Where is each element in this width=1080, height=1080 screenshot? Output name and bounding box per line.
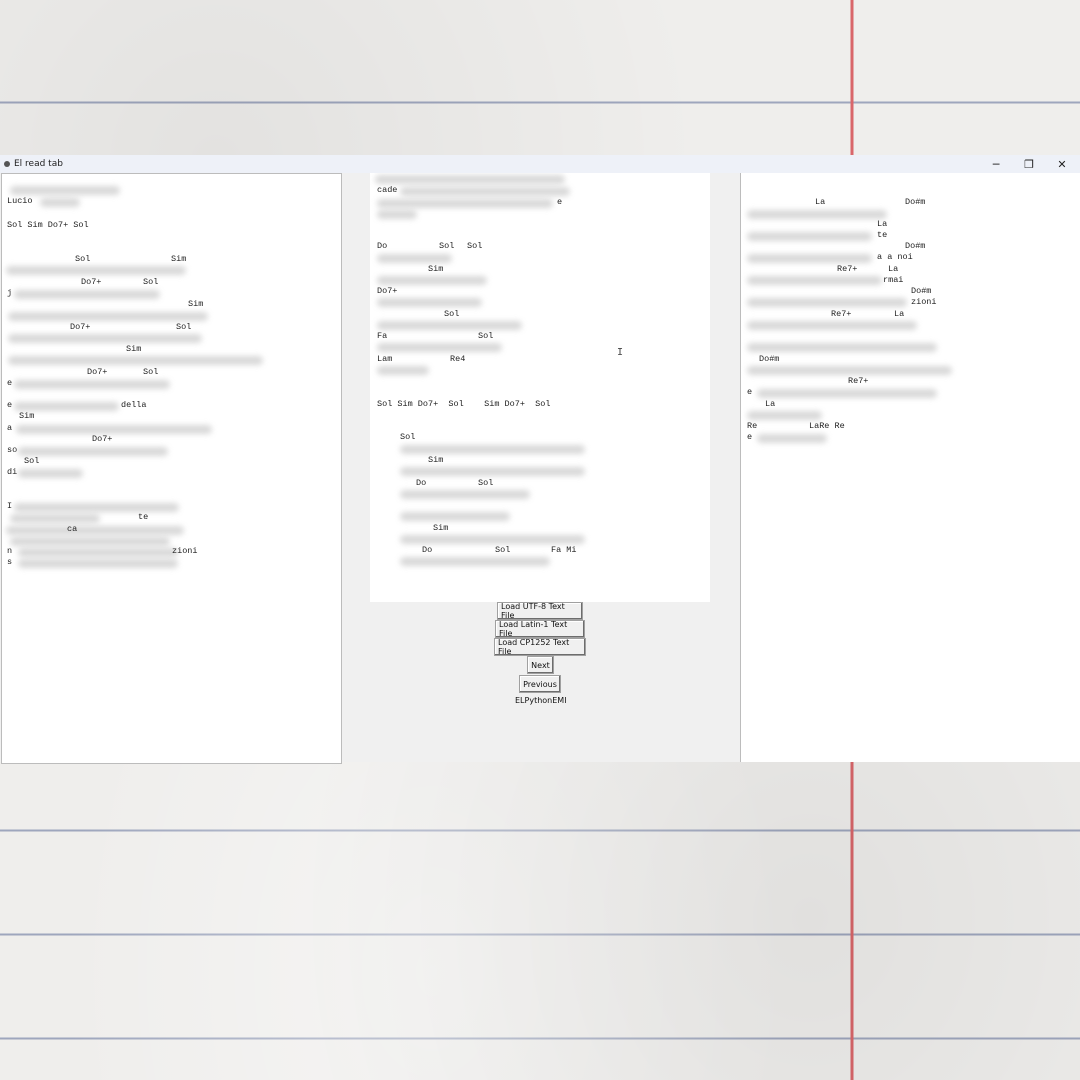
text-line: e xyxy=(747,387,753,397)
window-title: El read tab xyxy=(14,159,63,169)
text-line: della xyxy=(121,400,147,410)
footer-label: ELPythonEMI xyxy=(515,696,567,705)
chord-line: Sol Sim Do7+ Sol Sim Do7+ Sol xyxy=(377,399,551,409)
chord: LaRe Re xyxy=(809,421,845,431)
chord: Sol xyxy=(439,241,455,251)
app-window: El read tab ─ ❐ ✕ Lucio Sol Sim Do7+ Sol… xyxy=(0,155,1080,764)
chord: Do7+ xyxy=(70,322,91,332)
text-line: s xyxy=(7,557,13,567)
chord: Sim xyxy=(433,523,449,533)
chord: Sim xyxy=(188,299,204,309)
chord: Fa xyxy=(377,331,388,341)
chord: Do#m xyxy=(905,241,926,251)
chord: Sol xyxy=(24,456,40,466)
chord: Do7+ xyxy=(87,367,108,377)
text-line: e xyxy=(747,432,753,442)
text-line: te xyxy=(877,230,888,240)
text-line: so xyxy=(7,445,18,455)
chord: Sol xyxy=(444,309,460,319)
chord: Sol xyxy=(478,331,494,341)
text-line: zioni xyxy=(172,546,198,556)
load-latin1-button[interactable]: Load Latin-1 Text File xyxy=(495,620,585,638)
chord: Sim xyxy=(171,254,187,264)
app-icon xyxy=(4,161,10,167)
chord: Do xyxy=(422,545,433,555)
chord-line: Sol Sim Do7+ Sol xyxy=(7,220,89,230)
text-cursor-icon: I xyxy=(617,347,624,358)
load-cp1252-button[interactable]: Load CP1252 Text File xyxy=(494,638,586,656)
text-line: e xyxy=(7,400,13,410)
chord: Do7+ xyxy=(92,434,113,444)
chord: Do xyxy=(416,478,427,488)
text-line: I xyxy=(7,501,13,511)
text-line: e xyxy=(7,378,13,388)
text-line: zioni xyxy=(911,297,937,307)
chord: Do7+ xyxy=(81,277,102,287)
text-line: te xyxy=(138,512,149,522)
chord: Do#m xyxy=(759,354,780,364)
chord: La xyxy=(894,309,905,319)
next-button[interactable]: Next xyxy=(527,656,554,674)
chord: Sol xyxy=(467,241,483,251)
chord: Sol xyxy=(400,432,416,442)
text-line: e xyxy=(557,197,563,207)
chord: Re7+ xyxy=(831,309,852,319)
chord: Sim xyxy=(428,455,444,465)
chord: Sim xyxy=(126,344,142,354)
chord: La xyxy=(765,399,776,409)
chord: Sol xyxy=(478,478,494,488)
text-line: cade xyxy=(377,185,398,195)
text-line: rmai xyxy=(883,275,904,285)
chord: Sol xyxy=(176,322,192,332)
chord: La xyxy=(877,219,888,229)
title-bar: El read tab ─ ❐ ✕ xyxy=(0,155,1080,173)
text-line: j xyxy=(7,288,13,298)
text-line: ca xyxy=(67,524,78,534)
chord: Sol xyxy=(143,367,159,377)
text-line: n xyxy=(7,546,13,556)
chord: Do xyxy=(377,241,388,251)
chord: Re4 xyxy=(450,354,466,364)
chord: Sol xyxy=(495,545,511,555)
close-icon[interactable]: ✕ xyxy=(1045,155,1079,173)
text-line: a a noi xyxy=(877,252,913,262)
load-utf8-button[interactable]: Load UTF-8 Text File xyxy=(497,602,583,620)
right-text-pane[interactable]: La Do#m La te Do#m a a noi Re7+ La rmai … xyxy=(740,173,1080,762)
chord: Re xyxy=(747,421,758,431)
chord: Sim xyxy=(19,411,35,421)
left-text-pane[interactable]: Lucio Sol Sim Do7+ Sol Sol Sim Do7+ Sol … xyxy=(1,173,342,764)
chord: Lam xyxy=(377,354,393,364)
chord: Do#m xyxy=(911,286,932,296)
previous-button[interactable]: Previous xyxy=(519,675,561,693)
chord: Do7+ xyxy=(377,286,398,296)
text-line: di xyxy=(7,467,18,477)
chord: Sim xyxy=(428,264,444,274)
text-line: a xyxy=(7,423,13,433)
chord: La xyxy=(815,197,826,207)
middle-text-pane[interactable]: cade e Do Sol Sol Sim Do7+ Sol Fa Sol La… xyxy=(370,173,710,602)
chord: Re7+ xyxy=(837,264,858,274)
chord: Fa Mi xyxy=(551,545,577,555)
chord: Do#m xyxy=(905,197,926,207)
chord: Sol xyxy=(143,277,159,287)
chord: Sol xyxy=(75,254,91,264)
chord: La xyxy=(888,264,899,274)
restore-icon[interactable]: ❐ xyxy=(1012,155,1046,173)
chord: Re7+ xyxy=(848,376,869,386)
minimize-icon[interactable]: ─ xyxy=(979,155,1013,173)
text-line: Lucio xyxy=(7,196,33,206)
